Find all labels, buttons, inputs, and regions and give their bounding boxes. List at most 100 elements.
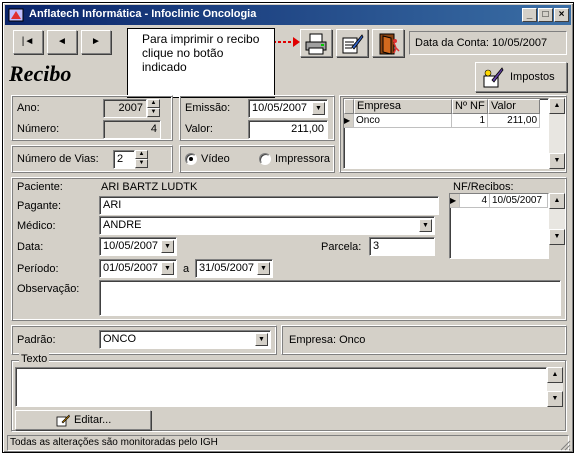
data-label: Data: <box>17 241 44 253</box>
data-select[interactable]: 10/05/2007 ▼ <box>99 237 177 256</box>
emissao-label: Emissão: <box>185 102 231 114</box>
observacao-field[interactable] <box>99 280 561 316</box>
title-bar[interactable]: Anflatech Informática - Infoclinic Oncol… <box>5 5 571 25</box>
radio-video[interactable] <box>185 153 197 165</box>
texto-field[interactable] <box>15 367 547 407</box>
paciente-value: ARI BARTZ LUDTK <box>101 181 198 193</box>
parcela-field[interactable]: 3 <box>369 237 435 256</box>
emissao-select[interactable]: 10/05/2007 ▼ <box>248 99 328 118</box>
periodo-label: Período: <box>17 263 59 275</box>
resize-grip-icon[interactable] <box>559 439 571 451</box>
emissao-value: 10/05/2007 <box>252 102 308 114</box>
numero-field[interactable]: 4 <box>103 120 161 139</box>
status-text: Todas as alterações são monitoradas pelo… <box>10 437 218 448</box>
print-tooltip: Para imprimir o recibo clique no botão i… <box>127 28 275 98</box>
vias-field[interactable]: 2 <box>113 150 135 169</box>
edit-form-button[interactable] <box>336 29 368 57</box>
window-title: Anflatech Informática - Infoclinic Oncol… <box>29 8 257 20</box>
grid-corner <box>344 99 354 114</box>
row-indicator: ▶ <box>344 114 354 128</box>
editar-label: Editar... <box>74 414 112 426</box>
periodo-fim-select[interactable]: 31/05/2007 ▼ <box>195 259 273 278</box>
scroll-up-icon[interactable]: ▲ <box>549 193 565 209</box>
empresa-grid[interactable]: Empresa Nº NF Valor ▶ Onco 1 211,00 <box>343 98 549 169</box>
printer-icon <box>305 33 327 55</box>
periodo-inicio-select[interactable]: 01/05/2007 ▼ <box>99 259 177 278</box>
texto-label: Texto <box>19 353 50 365</box>
status-bar: Todas as alterações são monitoradas pelo… <box>7 435 569 451</box>
cell-empresa[interactable]: Onco <box>354 114 452 128</box>
ano-field[interactable]: 2007 <box>103 99 147 118</box>
col-nf[interactable]: Nº NF <box>452 99 488 114</box>
chevron-down-icon[interactable]: ▼ <box>161 240 174 253</box>
maximize-button[interactable]: □ <box>538 8 553 22</box>
col-valor[interactable]: Valor <box>488 99 540 114</box>
print-button[interactable] <box>300 29 332 57</box>
chevron-down-icon[interactable]: ▼ <box>161 262 174 275</box>
cell-valor[interactable]: 211,00 <box>488 114 540 128</box>
first-record-button[interactable]: |◄ <box>13 30 43 54</box>
radio-impressora-label[interactable]: Impressora <box>275 153 330 165</box>
cell-nf-data[interactable]: 10/05/2007 <box>490 194 548 208</box>
edit-pencil-icon <box>56 414 70 427</box>
vias-spinner[interactable]: ▲ ▼ <box>135 150 148 169</box>
periodo-fim-value: 31/05/2007 <box>199 262 255 274</box>
scroll-down-icon[interactable]: ▼ <box>547 391 563 407</box>
exit-door-icon <box>379 33 400 55</box>
next-record-button[interactable]: ► <box>81 30 111 54</box>
scroll-down-icon[interactable]: ▼ <box>549 153 565 169</box>
empresa-grid-scrollbar[interactable]: ▲ ▼ <box>549 98 565 169</box>
main-window: Anflatech Informática - Infoclinic Oncol… <box>2 2 574 453</box>
data-conta-text: Data da Conta: 10/05/2007 <box>415 37 548 49</box>
page-title: Recibo <box>9 61 72 86</box>
cell-nf-num[interactable]: 4 <box>460 194 490 208</box>
exit-button[interactable] <box>372 29 404 57</box>
chevron-down-icon[interactable]: ▼ <box>257 262 270 275</box>
impostos-label: Impostos <box>510 71 555 83</box>
pagante-field[interactable]: ARI <box>99 196 439 215</box>
radio-impressora[interactable] <box>259 153 271 165</box>
padrao-value: ONCO <box>103 333 136 345</box>
cell-nf[interactable]: 1 <box>452 114 488 128</box>
medico-value: ANDRE <box>103 219 142 231</box>
chevron-down-icon[interactable]: ▼ <box>312 102 325 115</box>
parcela-label: Parcela: <box>321 241 362 253</box>
nf-grid-scrollbar[interactable]: ▲ ▼ <box>549 193 565 245</box>
numero-label: Número: <box>17 123 60 135</box>
radio-video-label[interactable]: Vídeo <box>201 153 230 165</box>
nf-recibos-grid[interactable]: ▶ 4 10/05/2007 <box>449 193 549 259</box>
padrao-select[interactable]: ONCO ▼ <box>99 330 271 349</box>
scroll-up-icon[interactable]: ▲ <box>549 98 565 114</box>
empresa-info: Empresa: Onco <box>289 334 366 346</box>
texto-scrollbar[interactable]: ▲ ▼ <box>547 367 563 407</box>
pagante-label: Pagante: <box>17 200 62 212</box>
padrao-label: Padrão: <box>17 334 56 346</box>
impostos-button[interactable]: Impostos <box>475 62 567 92</box>
previous-record-button[interactable]: ◄ <box>47 30 77 54</box>
row-indicator: ▶ <box>450 194 460 208</box>
medico-label: Médico: <box>17 220 56 232</box>
pointer-arrow-icon <box>273 37 300 47</box>
scroll-down-icon[interactable]: ▼ <box>549 229 565 245</box>
valor-field[interactable]: 211,00 <box>248 120 328 139</box>
edit-form-icon <box>342 34 364 54</box>
ano-spinner[interactable]: ▲ ▼ <box>147 99 160 118</box>
paciente-label: Paciente: <box>17 181 63 193</box>
impostos-icon <box>483 67 504 88</box>
vias-label: Número de Vias: <box>17 153 99 165</box>
medico-select[interactable]: ANDRE ▼ <box>99 216 435 235</box>
scroll-up-icon[interactable]: ▲ <box>547 367 563 383</box>
col-empresa[interactable]: Empresa <box>354 99 452 114</box>
close-button[interactable]: × <box>554 8 569 22</box>
chevron-down-icon[interactable]: ▼ <box>419 219 432 232</box>
minimize-button[interactable]: _ <box>522 8 537 22</box>
observacao-label: Observação: <box>17 283 80 295</box>
periodo-inicio-value: 01/05/2007 <box>103 262 159 274</box>
data-value: 10/05/2007 <box>103 240 159 252</box>
editar-button[interactable]: Editar... <box>15 410 151 430</box>
data-conta-panel: Data da Conta: 10/05/2007 <box>409 31 567 55</box>
nf-recibos-label: NF/Recibos: <box>453 181 514 193</box>
chevron-down-icon[interactable]: ▼ <box>255 333 268 346</box>
valor-label: Valor: <box>185 123 213 135</box>
app-icon <box>8 8 24 22</box>
